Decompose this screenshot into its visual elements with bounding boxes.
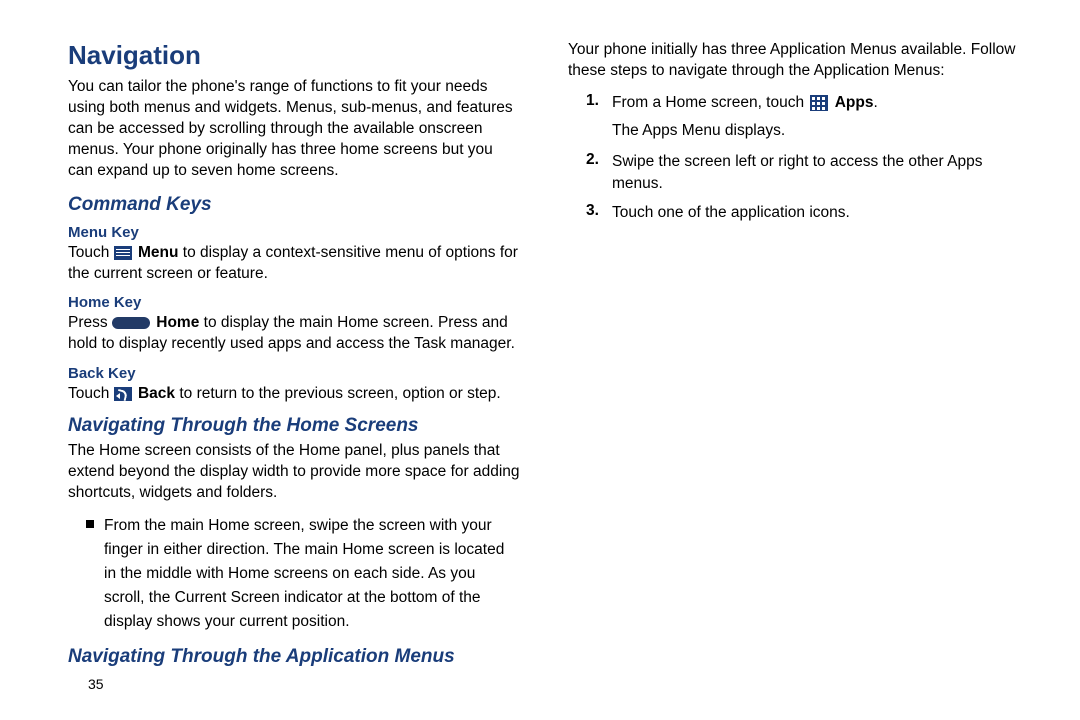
menu-post: to display a context-sensitive menu of o…: [68, 244, 518, 282]
step1-post: .: [873, 94, 877, 111]
heading-home-key: Home Key: [68, 294, 520, 311]
step-1-text: From a Home screen, touch Apps.: [612, 92, 878, 114]
step1-bold: Apps: [835, 94, 874, 111]
nav-home-bullet-text: From the main Home screen, swipe the scr…: [104, 514, 520, 634]
step-1-number: 1.: [586, 92, 604, 110]
heading-command-keys: Command Keys: [68, 194, 520, 216]
text-touch-back: Touch: [68, 385, 114, 402]
nav-app-intro: Your phone initially has three Applicati…: [568, 40, 1020, 82]
nav-home-intro: The Home screen consists of the Home pan…: [68, 441, 520, 504]
heading-nav-home-screens: Navigating Through the Home Screens: [68, 415, 520, 437]
text-touch: Touch: [68, 244, 114, 261]
section-title-navigation: Navigation: [68, 40, 520, 71]
nav-home-bullet: From the main Home screen, swipe the scr…: [86, 514, 520, 634]
intro-paragraph: You can tailor the phone's range of func…: [68, 77, 520, 182]
home-key-paragraph: Press Home to display the main Home scre…: [68, 313, 520, 355]
page-number: 35: [88, 676, 104, 692]
home-bold: Home: [156, 314, 199, 331]
home-icon: [112, 317, 150, 329]
step-2-text: Swipe the screen left or right to access…: [612, 151, 1020, 196]
step-2: 2. Swipe the screen left or right to acc…: [586, 151, 1020, 196]
back-bold: Back: [138, 385, 175, 402]
back-icon: [114, 387, 132, 401]
menu-key-paragraph: Touch Menu to display a context-sensitiv…: [68, 243, 520, 285]
text-press: Press: [68, 314, 112, 331]
step1-pre: From a Home screen, touch: [612, 94, 808, 111]
step-3-text: Touch one of the application icons.: [612, 202, 850, 224]
step-1-sub: The Apps Menu displays.: [612, 120, 1020, 142]
heading-back-key: Back Key: [68, 365, 520, 382]
menu-bold: Menu: [138, 244, 178, 261]
back-post: to return to the previous screen, option…: [175, 385, 501, 402]
step-1: 1. From a Home screen, touch Apps.: [586, 92, 1020, 114]
menu-icon: [114, 246, 132, 260]
heading-nav-app-menus: Navigating Through the Application Menus: [68, 646, 520, 668]
heading-menu-key: Menu Key: [68, 224, 520, 241]
square-bullet-icon: [86, 520, 94, 528]
step-3-number: 3.: [586, 202, 604, 220]
apps-icon: [810, 95, 828, 111]
step-3: 3. Touch one of the application icons.: [586, 202, 1020, 224]
step-2-number: 2.: [586, 151, 604, 169]
back-key-paragraph: Touch Back to return to the previous scr…: [68, 384, 520, 405]
